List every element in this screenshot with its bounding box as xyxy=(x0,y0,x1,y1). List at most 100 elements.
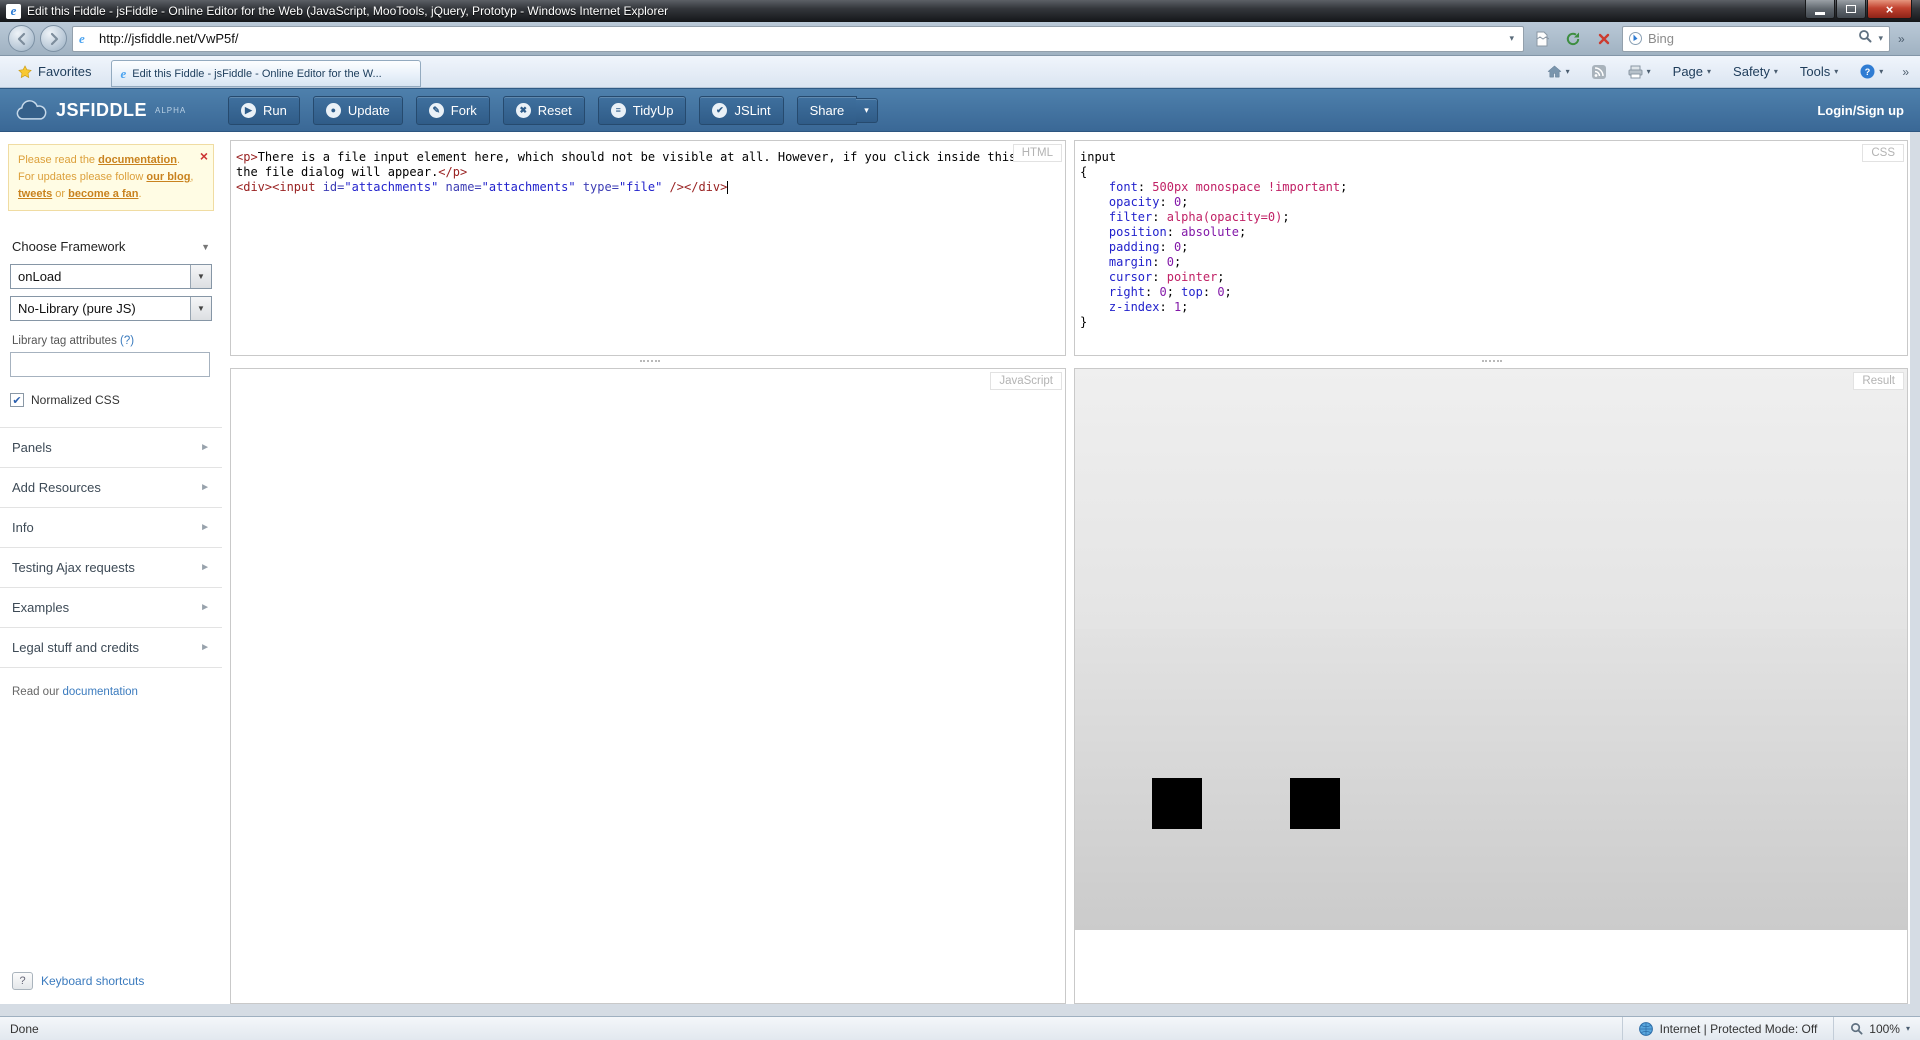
result-panel: Result xyxy=(1074,368,1908,1004)
run-button[interactable]: ▶ Run xyxy=(228,95,300,125)
stop-button[interactable] xyxy=(1591,26,1617,52)
update-button[interactable]: ● Update xyxy=(312,95,403,125)
notice-close-icon[interactable]: × xyxy=(200,146,208,168)
jslint-button[interactable]: ✔ JSLint xyxy=(699,95,784,125)
chevron-right-icon: ► xyxy=(200,522,210,534)
result-black-square xyxy=(1290,778,1340,829)
onload-select[interactable]: onLoad ▼ xyxy=(10,264,212,290)
tab-title: Edit this Fiddle - jsFiddle - Online Edi… xyxy=(132,67,382,80)
tidyup-button[interactable]: ≡ TidyUp xyxy=(597,95,687,125)
css-editor-panel: CSS input{ font: 500px monospace !import… xyxy=(1074,140,1908,356)
command-overflow-chevron-icon[interactable]: » xyxy=(1899,65,1912,79)
login-signup-link[interactable]: Login/Sign up xyxy=(1817,103,1904,118)
keyboard-shortcuts-button[interactable]: ? xyxy=(12,972,33,990)
result-render-area[interactable] xyxy=(1075,369,1907,629)
tidyup-icon: ≡ xyxy=(610,102,626,118)
keyboard-shortcuts-link[interactable]: Keyboard shortcuts xyxy=(41,974,144,988)
window-title: Edit this Fiddle - jsFiddle - Online Edi… xyxy=(27,4,669,18)
library-attributes-label: Library tag attributes (?) xyxy=(12,335,210,347)
search-dropdown-icon[interactable]: ▾ xyxy=(1878,33,1883,44)
globe-icon xyxy=(1638,1021,1653,1036)
library-attributes-help-link[interactable]: (?) xyxy=(120,335,134,347)
status-bar: Done Internet | Protected Mode: Off 100%… xyxy=(0,1016,1920,1040)
read-our-text: Read our xyxy=(12,686,60,699)
tools-menu-button[interactable]: Tools ▾ xyxy=(1794,61,1844,82)
section-label: Testing Ajax requests xyxy=(12,560,135,576)
panel-splitter-handle[interactable] xyxy=(1482,360,1502,364)
normalized-css-checkbox[interactable]: ✔ xyxy=(10,393,24,408)
sidebar: Please read the documentation. For update… xyxy=(0,132,222,1004)
address-input[interactable]: e http://jsfiddle.net/VwP5f/ ▾ xyxy=(72,25,1524,52)
print-dropdown-icon[interactable]: ▾ xyxy=(1647,67,1651,76)
print-button[interactable]: ▾ xyxy=(1622,62,1657,82)
status-text: Done xyxy=(10,1021,39,1036)
run-icon: ▶ xyxy=(241,102,256,118)
zoom-dropdown-icon[interactable]: ▾ xyxy=(1906,1024,1910,1033)
close-button[interactable]: × xyxy=(1867,0,1912,19)
fork-button[interactable]: ✎ Fork xyxy=(415,95,490,125)
notice-text: Please read the documentation. For update… xyxy=(18,154,194,201)
page-dropdown-icon: ▾ xyxy=(1707,67,1712,76)
choose-framework-label: Choose Framework xyxy=(12,239,126,255)
result-panel-label: Result xyxy=(1853,372,1904,390)
home-icon xyxy=(1546,65,1562,78)
page-menu-label: Page xyxy=(1672,64,1704,79)
security-zone: Internet | Protected Mode: Off xyxy=(1621,1017,1834,1040)
jsfiddle-logo[interactable]: JSFIDDLE ALPHA xyxy=(0,100,228,121)
tab-edit-this-fiddle[interactable]: e Edit this Fiddle - jsFiddle - Online E… xyxy=(111,60,422,87)
html-editor-panel: HTML <p>There is a file input element he… xyxy=(230,140,1066,356)
favorites-button[interactable]: Favorites xyxy=(8,60,101,83)
javascript-code-editor[interactable] xyxy=(231,369,1065,1003)
html-code-editor[interactable]: <p>There is a file input element here, w… xyxy=(231,141,1065,355)
choose-framework-header[interactable]: Choose Framework ▼ xyxy=(12,239,210,254)
library-select-arrow-icon[interactable]: ▼ xyxy=(190,297,211,321)
section-label: Panels xyxy=(12,440,52,456)
search-input[interactable]: Bing ▾ xyxy=(1622,25,1890,52)
title-bar: e Edit this Fiddle - jsFiddle - Online E… xyxy=(0,0,1920,22)
onload-select-arrow-icon[interactable]: ▼ xyxy=(190,265,211,289)
maximize-icon xyxy=(1846,5,1856,13)
sidebar-section-add-resources[interactable]: Add Resources ► xyxy=(0,467,222,507)
tools-menu-label: Tools xyxy=(1799,64,1831,79)
minimize-icon xyxy=(1815,11,1825,15)
minimize-button[interactable] xyxy=(1805,0,1835,19)
search-icon[interactable] xyxy=(1858,29,1872,48)
share-dropdown-button[interactable]: ▾ xyxy=(856,97,878,123)
window-frame xyxy=(1910,132,1920,1004)
documentation-link[interactable]: documentation xyxy=(63,686,138,698)
keyboard-shortcuts-row: ? Keyboard shortcuts xyxy=(12,972,144,990)
refresh-button[interactable] xyxy=(1560,26,1586,52)
sidebar-section-panels[interactable]: Panels ► xyxy=(0,427,222,467)
section-label: Legal stuff and credits xyxy=(12,640,139,656)
back-arrow-icon xyxy=(17,32,25,45)
sidebar-section-info[interactable]: Info ► xyxy=(0,507,222,547)
compatibility-view-button[interactable] xyxy=(1529,26,1555,52)
help-button[interactable]: ? ▾ xyxy=(1854,61,1889,82)
maximize-button[interactable] xyxy=(1836,0,1866,19)
toolbar-overflow-chevron-icon[interactable]: » xyxy=(1895,32,1908,46)
share-button[interactable]: Share xyxy=(796,95,858,125)
javascript-editor-panel: JavaScript xyxy=(230,368,1066,1004)
page-menu-button[interactable]: Page ▾ xyxy=(1667,61,1717,82)
library-select[interactable]: No-Library (pure JS) ▼ xyxy=(10,296,212,322)
library-attributes-input[interactable] xyxy=(10,352,210,378)
sidebar-section-examples[interactable]: Examples ► xyxy=(0,587,222,627)
css-code-editor[interactable]: input{ font: 500px monospace !important;… xyxy=(1075,141,1907,355)
reset-button[interactable]: ✖ Reset xyxy=(502,95,585,125)
onload-select-value: onLoad xyxy=(18,269,62,285)
documentation-notice: Please read the documentation. For update… xyxy=(8,144,214,212)
forward-button[interactable] xyxy=(40,25,67,52)
window-frame xyxy=(0,1004,1920,1016)
sidebar-section-legal-stuff-and-credits[interactable]: Legal stuff and credits ► xyxy=(0,627,222,667)
feeds-button[interactable] xyxy=(1586,62,1612,82)
home-button[interactable]: ▾ xyxy=(1541,61,1576,82)
sidebar-section-testing-ajax-requests[interactable]: Testing Ajax requests ► xyxy=(0,547,222,587)
zoom-control[interactable]: 100% ▾ xyxy=(1833,1017,1910,1040)
safety-menu-button[interactable]: Safety ▾ xyxy=(1727,61,1784,82)
back-button[interactable] xyxy=(8,25,35,52)
home-dropdown-icon[interactable]: ▾ xyxy=(1566,67,1570,76)
tidyup-label: TidyUp xyxy=(632,102,674,118)
address-history-dropdown-icon[interactable]: ▾ xyxy=(1506,33,1517,44)
help-dropdown-icon: ▾ xyxy=(1879,67,1884,76)
panel-splitter-handle[interactable] xyxy=(640,360,660,364)
